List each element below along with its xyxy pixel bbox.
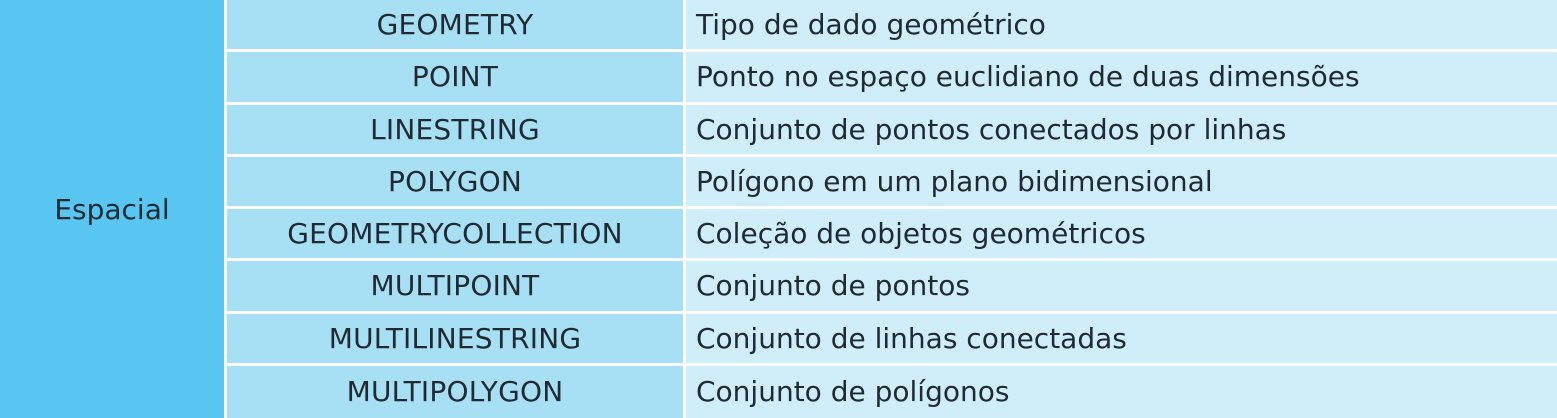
description-cell-linestring: Conjunto de pontos conectados por linhas bbox=[686, 104, 1557, 157]
type-cell-linestring: LINESTRING bbox=[227, 104, 686, 157]
type-cell-geometrycollection: GEOMETRYCOLLECTION bbox=[227, 209, 686, 262]
type-cell-point: POINT bbox=[227, 52, 686, 105]
category-cell: Espacial bbox=[0, 0, 227, 418]
type-cell-geometry: GEOMETRY bbox=[227, 0, 686, 53]
description-cell-geometry: Tipo de dado geométrico bbox=[686, 0, 1557, 53]
type-cell-multilinestring: MULTILINESTRING bbox=[227, 313, 686, 366]
description-cell-polygon: Polígono em um plano bidimensional bbox=[686, 156, 1557, 209]
type-cell-multipoint: MULTIPOINT bbox=[227, 261, 686, 314]
type-cell-polygon: POLYGON bbox=[227, 156, 686, 209]
description-cell-multipoint: Conjunto de pontos bbox=[686, 261, 1557, 314]
description-cell-multipolygon: Conjunto de polígonos bbox=[686, 365, 1557, 418]
description-cell-multilinestring: Conjunto de linhas conectadas bbox=[686, 313, 1557, 366]
description-cell-point: Ponto no espaço euclidiano de duas dimen… bbox=[686, 52, 1557, 105]
spatial-types-table: Espacial GEOMETRY Tipo de dado geométric… bbox=[0, 0, 1557, 418]
description-cell-geometrycollection: Coleção de objetos geométricos bbox=[686, 209, 1557, 262]
type-cell-multipolygon: MULTIPOLYGON bbox=[227, 365, 686, 418]
